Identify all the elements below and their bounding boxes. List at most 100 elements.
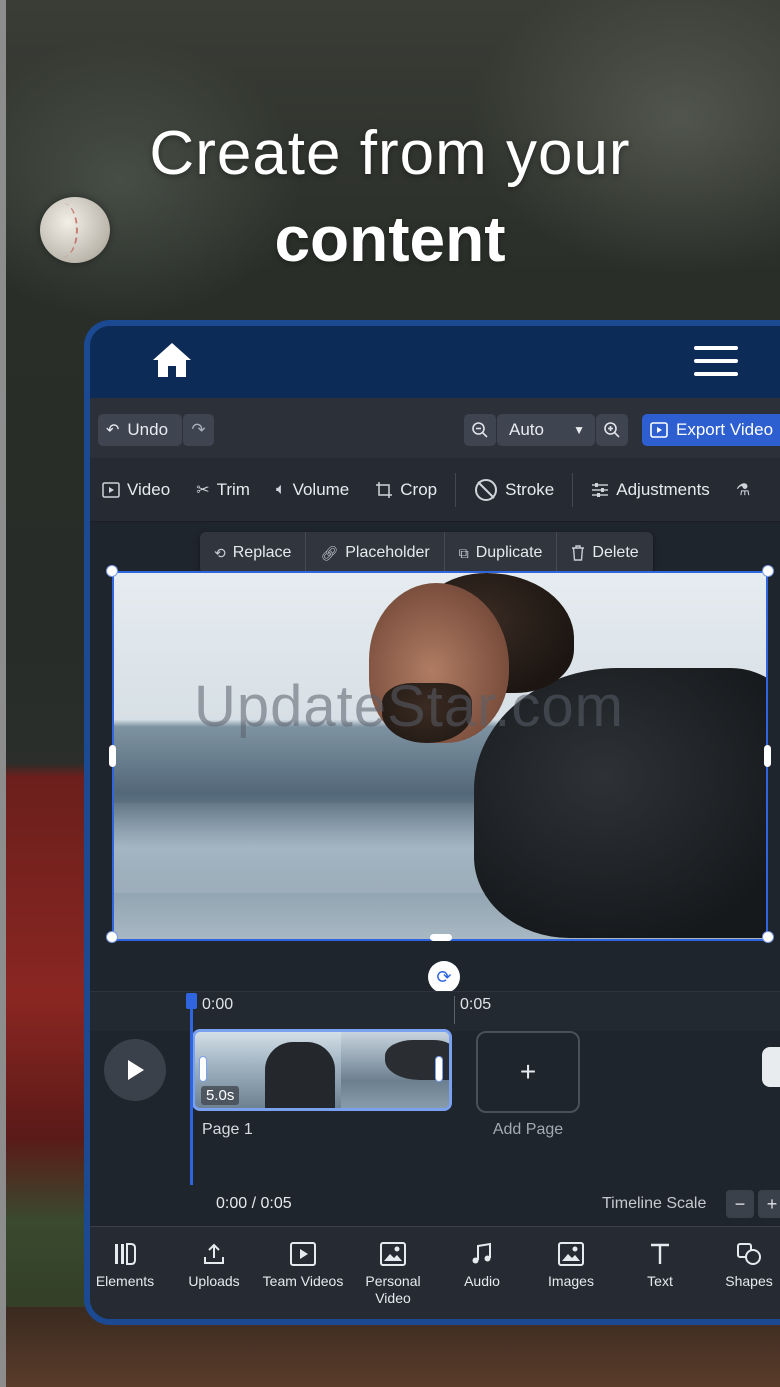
nav-elements[interactable]: Elements [90,1241,168,1290]
tool-adjustments-label: Adjustments [616,479,710,499]
resize-handle-bottom-right[interactable] [762,931,774,943]
nav-shapes-label: Shapes [725,1273,773,1289]
tool-more[interactable]: ⚗ [736,480,757,500]
duplicate-icon: ⧉ [458,544,469,561]
side-panel-tab[interactable] [762,1047,780,1087]
replace-label: Replace [232,544,292,561]
replace-icon: ⟲ [214,544,226,561]
zoom-out-button[interactable] [464,414,496,446]
link-icon: 🔗︎ [320,544,339,561]
crop-icon [376,481,393,498]
nav-images[interactable]: Images [528,1241,614,1290]
nav-elements-label: Elements [95,1273,155,1289]
tool-trim[interactable]: ✂ Trim [196,480,250,500]
video-icon [102,481,120,498]
clip-trim-handle-left[interactable] [199,1056,207,1082]
timeline-scale-label: Timeline Scale [602,1195,707,1212]
play-icon [128,1060,144,1080]
redo-icon: ↷ [191,420,206,439]
nav-shapes[interactable]: Shapes [706,1241,780,1290]
tool-divider [455,472,457,507]
nav-personal-video[interactable]: Personal Video [350,1241,436,1307]
export-video-button[interactable]: Export Video [642,414,780,446]
rotate-handle-icon[interactable]: ⟳ [428,961,460,993]
nav-audio[interactable]: Audio [439,1241,525,1290]
tool-video-label: Video [127,479,171,499]
app-top-bar [90,326,780,398]
adjustments-icon [592,482,609,497]
team-videos-icon [290,1242,316,1266]
nav-audio-label: Audio [464,1273,500,1289]
timeline-clip[interactable]: 5.0s [192,1029,452,1111]
nav-team-videos[interactable]: Team Videos [260,1241,346,1290]
upload-icon [204,1243,224,1264]
placeholder-label: Placeholder [345,544,430,561]
headline-line-1: Create from your [149,119,631,188]
tool-volume[interactable]: 🔈︎ Volume [276,480,349,500]
tool-stroke-label: Stroke [505,479,555,499]
volume-icon: 🔈︎ [275,480,286,498]
replace-button[interactable]: ⟲ Replace [200,532,307,574]
tool-video[interactable]: Video [102,480,170,500]
nav-personal-video-label: Personal Video [365,1273,421,1306]
clip-duration-badge: 5.0s [201,1086,240,1105]
time-readout: 0:00 / 0:05 [216,1195,292,1212]
resize-handle-bottom-left[interactable] [106,931,118,943]
plus-icon: + [766,1193,778,1214]
zoom-select[interactable]: Auto ▼ [497,414,595,446]
headline-line-2: content [274,203,506,275]
resize-handle-right[interactable] [764,745,771,767]
nav-text[interactable]: Text [617,1241,703,1290]
resize-handle-bottom[interactable] [430,934,452,941]
undo-button[interactable]: ↶ Undo [98,414,182,446]
duplicate-button[interactable]: ⧉ Duplicate [445,532,558,574]
zoom-in-button[interactable] [596,414,628,446]
image-icon [558,1242,584,1266]
scale-plus-button[interactable]: + [758,1190,780,1218]
tick-label-end: 0:05 [460,996,492,1013]
resize-handle-top-right[interactable] [762,565,774,577]
resize-handle-left[interactable] [109,745,116,767]
hamburger-menu-icon[interactable] [694,346,738,378]
tool-stroke[interactable]: Stroke [474,478,554,502]
tool-crop[interactable]: Crop [375,480,437,500]
clip-trim-handle-right[interactable] [435,1056,443,1082]
scale-minus-button[interactable]: − [726,1190,754,1218]
nav-text-label: Text [647,1273,673,1289]
bottom-nav: Elements Uploads Team Videos Personal Vi… [90,1226,780,1319]
playhead-knob[interactable] [186,993,197,1009]
placeholder-button[interactable]: 🔗︎ Placeholder [306,532,445,574]
video-canvas[interactable]: UpdateStar.com [112,571,768,941]
editor-toolbar: ↶ Undo ↷ Auto ▼ Export Video [90,398,780,458]
edit-tools-bar: Video ✂ Trim 🔈︎ Volume Crop Stroke Adjus… [90,458,780,522]
delete-label: Delete [592,544,639,561]
nav-uploads-label: Uploads [188,1273,240,1289]
duplicate-label: Duplicate [475,544,543,561]
elements-icon [115,1243,136,1265]
tool-crop-label: Crop [400,479,438,499]
home-icon[interactable] [150,340,194,380]
playhead[interactable] [190,995,193,1185]
shapes-icon [737,1243,761,1265]
resize-handle-top-left[interactable] [106,565,118,577]
zoom-value: Auto [509,420,544,439]
flask-icon: ⚗ [735,481,751,499]
clip-thumb-person [265,1042,335,1108]
editor-app-frame: ↶ Undo ↷ Auto ▼ Export Video Video ✂ Tri… [84,320,780,1325]
element-context-menu: ⟲ Replace 🔗︎ Placeholder ⧉ Duplicate Del… [200,532,653,574]
tool-adjustments[interactable]: Adjustments [591,480,710,500]
add-page-button[interactable]: + [476,1031,580,1113]
play-button[interactable] [104,1039,166,1101]
export-video-icon [650,422,668,438]
add-page-label: Add Page [492,1121,564,1138]
undo-label: Undo [127,420,169,439]
text-icon [651,1243,669,1264]
redo-button[interactable]: ↷ [182,414,214,446]
personal-video-icon [380,1242,406,1266]
zoom-out-icon [472,422,488,438]
nav-uploads[interactable]: Uploads [171,1241,257,1290]
music-note-icon [472,1242,491,1264]
delete-button[interactable]: Delete [557,532,652,574]
trim-icon: ✂ [196,481,210,499]
export-video-label: Export Video [676,420,774,439]
